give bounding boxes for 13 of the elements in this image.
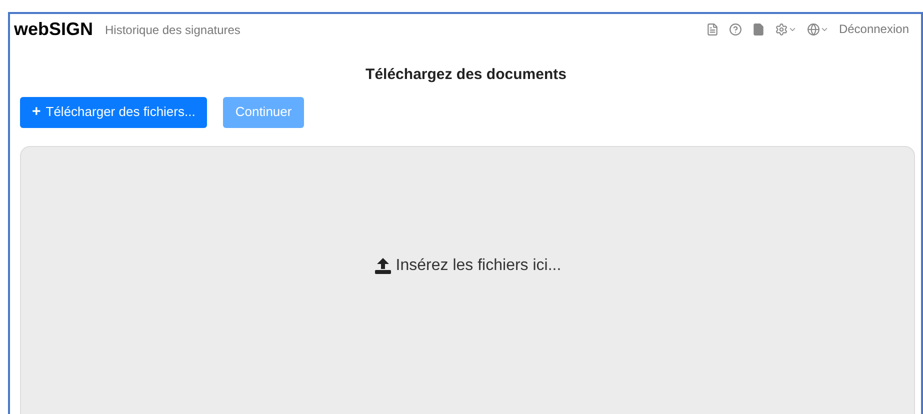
file-icon[interactable] [752, 22, 765, 36]
upload-icon [374, 256, 392, 274]
drop-zone-text: Insérez les fichiers ici... [396, 256, 562, 276]
help-icon[interactable] [728, 22, 742, 36]
settings-icon[interactable] [774, 22, 788, 36]
page-title: Téléchargez des documents [366, 65, 566, 85]
file-drop-zone[interactable]: Insérez les fichiers ici... [20, 146, 915, 414]
document-icon[interactable] [706, 22, 719, 36]
brand-logo[interactable]: webSIGN [14, 16, 94, 42]
globe-icon[interactable] [806, 22, 820, 36]
upload-button[interactable]: + Télécharger des fichiers... [20, 96, 208, 128]
logout-link[interactable]: Déconnexion [838, 20, 909, 38]
history-link[interactable]: Historique des signatures [105, 21, 240, 39]
